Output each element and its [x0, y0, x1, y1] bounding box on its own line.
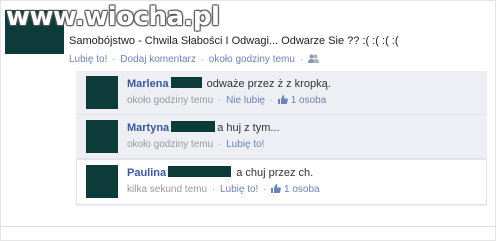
commenter-avatar[interactable]	[86, 120, 118, 153]
comment-meta: około godziny temu · Nie lubię · 1 osoba	[127, 95, 326, 106]
post-actions: Lubię to! · Dodaj komentarz · około godz…	[69, 54, 319, 65]
comment-list: Marlena odważe przez ż z kropką. około g…	[76, 71, 487, 206]
separator: ·	[211, 184, 216, 195]
friends-icon[interactable]	[307, 54, 319, 65]
redacted-surname	[171, 121, 216, 132]
comment-body: Paulina a chuj przez ch.	[127, 166, 313, 179]
comment-item: Marlena odważe przez ż z kropką. około g…	[76, 71, 487, 115]
like-count[interactable]: 1 osoba	[291, 95, 327, 106]
comment-text: odważe przez ż z kropką.	[206, 78, 331, 90]
comment-item: Martyna a huj z tym... około godziny temu…	[76, 115, 487, 159]
commenter-name[interactable]: Paulina	[127, 167, 166, 179]
comment-body: Martyna a huj z tym...	[127, 121, 280, 134]
comment-text: a chuj przez ch.	[236, 167, 314, 179]
comment-like-link[interactable]: Nie lubię	[226, 95, 265, 106]
separator: ·	[217, 95, 222, 106]
post-like-link[interactable]: Lubię to!	[69, 54, 107, 65]
separator: ·	[200, 54, 204, 65]
thumbs-up-icon	[277, 95, 291, 106]
separator: ·	[217, 139, 222, 150]
bottom-divider	[0, 226, 496, 227]
post-time-link[interactable]: około godziny temu	[209, 54, 295, 65]
redacted-surname	[168, 166, 232, 177]
comment-like-link[interactable]: Lubię to!	[220, 184, 258, 195]
thumbs-up-icon	[271, 184, 284, 195]
redacted-surname	[170, 77, 202, 88]
watermark: www.wiocha.pl	[6, 2, 220, 32]
comment-item: Paulina a chuj przez ch. kilka sekund te…	[76, 159, 487, 205]
comment-meta: kilka sekund temu · Lubię to! · 1 osoba	[127, 184, 320, 195]
add-comment-link[interactable]: Dodaj komentarz	[120, 54, 196, 65]
separator: ·	[299, 54, 304, 65]
separator: ·	[263, 184, 267, 195]
comment-like-link[interactable]: Lubię to!	[226, 139, 264, 150]
comment-text: a huj z tym...	[217, 122, 280, 134]
commenter-avatar[interactable]	[86, 76, 118, 109]
separator: ·	[112, 54, 116, 65]
comment-time: około godziny temu	[127, 139, 214, 150]
like-count[interactable]: 1 osoba	[284, 184, 320, 195]
commenter-name[interactable]: Marlena	[127, 78, 169, 90]
comment-meta: około godziny temu · Lubię to!	[127, 139, 264, 150]
post-text: Samobójstwo - Chwila Słabości I Odwagi..…	[69, 35, 399, 47]
commenter-name[interactable]: Martyna	[127, 122, 169, 134]
comment-time: kilka sekund temu	[127, 184, 208, 195]
comment-time: około godziny temu	[127, 95, 214, 106]
commenter-avatar[interactable]	[86, 165, 118, 198]
separator: ·	[269, 95, 274, 106]
comment-body: Marlena odważe przez ż z kropką.	[127, 77, 331, 90]
